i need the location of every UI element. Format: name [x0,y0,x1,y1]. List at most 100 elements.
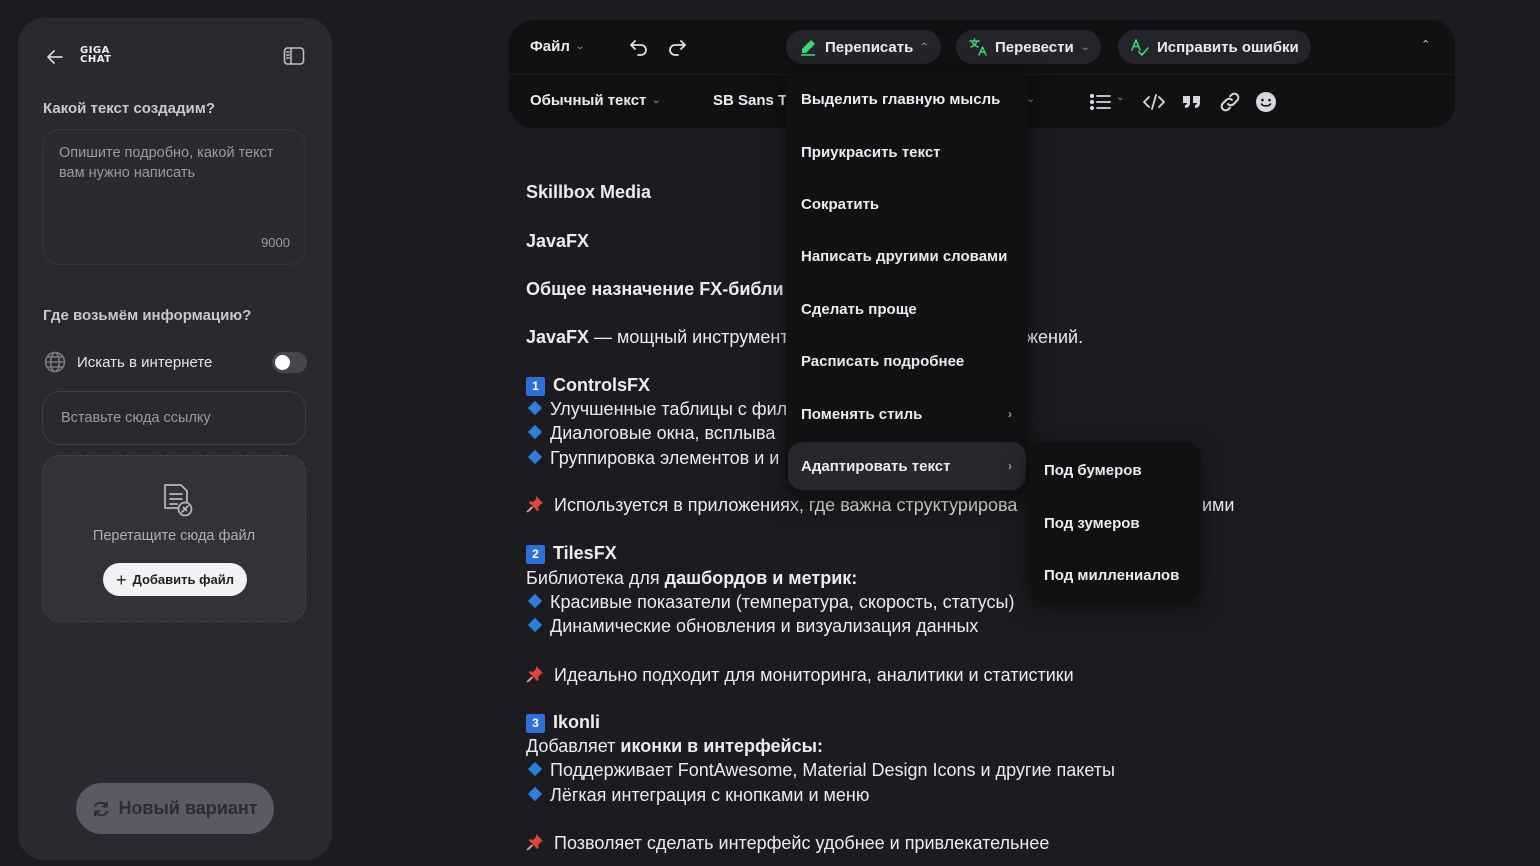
list-item-text: Диалоговые окна, всплыва [550,423,776,443]
section-1-title: 1 ControlsFX [526,375,650,396]
plus-icon: + [116,569,127,590]
diamond-bullet-icon [527,593,543,609]
new-variant-button[interactable]: Новый вариант [76,783,274,834]
menu-item-label: Поменять стиль [801,405,923,423]
quote-icon[interactable] [1180,90,1204,114]
paragraph-style-label: Обычный текст [530,92,647,109]
section-3-title: 3 Ikonli [526,712,600,733]
menu-item-shorten[interactable]: Сократить [788,180,1026,228]
undo-icon[interactable] [628,37,650,57]
diamond-bullet-icon [527,424,543,440]
app-logo[interactable]: GIGA CHAT [80,46,112,65]
menu-item-main-idea[interactable]: Выделить главную мысль [788,75,1026,123]
menu-item-label: Выделить главную мысль [801,90,1001,108]
translate-button[interactable]: Перевести ⌄ [956,30,1102,64]
doc-title: Skillbox Media [526,182,652,202]
list-item-text: Динамические обновления и визуализация д… [550,616,979,636]
menu-item-expand[interactable]: Расписать подробнее [788,337,1026,385]
menu-item-embellish[interactable]: Приукрасить текст [788,128,1026,176]
prompt-placeholder: Опишите подробно, какой текст вам нужно … [59,145,274,181]
intro-bold: JavaFX [526,327,590,347]
link-icon[interactable] [1218,90,1242,114]
toggle-knob [275,355,290,370]
spellcheck-icon [1131,39,1149,56]
number-badge-1: 1 [526,377,545,396]
menu-item-simplify[interactable]: Сделать проще [788,285,1026,333]
code-icon[interactable] [1142,90,1166,114]
list-item-text: Группировка элементов и и [550,448,780,468]
menu-item-paraphrase[interactable]: Написать другими словами [788,232,1026,280]
adapt-submenu: Под бумеров Под зумеров Под миллениалов [1029,442,1201,602]
rewrite-dropdown-menu: Выделить главную мысль Приукрасить текст… [786,70,1028,498]
chevron-right-icon: › [1008,459,1012,473]
paragraph-style-select[interactable]: Обычный текст ⌄ [530,92,663,109]
list-item: Красивые показатели (температура, скорос… [526,592,1014,613]
prompt-textarea[interactable]: Опишите подробно, какой текст вам нужно … [42,129,306,265]
list-item: Улучшенные таблицы с фил [526,399,787,420]
submenu-item-millennials[interactable]: Под миллениалов [1029,555,1201,595]
file-menu-label: Файл [530,38,570,55]
menu-item-adapt-text[interactable]: Адаптировать текст › [788,442,1026,490]
file-upload-icon [164,484,193,517]
menu-item-label: Сделать проще [801,300,917,318]
rewrite-button[interactable]: Переписать ⌃ [786,30,941,64]
question-heading: Какой текст создадим? [43,100,216,117]
bullet-list-icon[interactable] [1089,90,1111,114]
list-item: Группировка элементов и и [526,448,779,469]
submenu-item-zoomers[interactable]: Под зумеров [1029,503,1201,543]
menu-item-change-style[interactable]: Поменять стиль › [788,390,1026,438]
sidebar: GIGA CHAT Какой текст создадим? Опишите … [18,18,332,860]
chevron-down-icon[interactable]: ⌄ [1116,92,1124,116]
pushpin-icon [526,666,543,683]
logo-bottom: CHAT [80,54,112,65]
info-heading: Где возьмём информацию? [43,307,252,324]
menu-item-label: Адаптировать текст [801,457,951,475]
file-menu[interactable]: Файл ⌄ [530,38,586,55]
back-arrow-icon[interactable] [44,46,66,68]
pin-note: Используется в приложениях, где важна ст… [526,495,1017,516]
pin-note-text: Позволяет сделать интерфейс удобнее и пр… [554,833,1050,853]
menu-item-label: Написать другими словами [801,247,1008,265]
doc-heading: Общее назначение FX-библи [526,279,784,299]
file-dropzone[interactable]: Перетащите сюда файл + Добавить файл [42,455,306,622]
list-item-text: Улучшенные таблицы с фил [550,399,788,419]
list-item-text: Красивые показатели (температура, скорос… [550,592,1015,612]
menu-item-label: Расписать подробнее [801,352,965,370]
doc-intro-tail: жений. [1026,327,1084,347]
submenu-item-boomers[interactable]: Под бумеров [1029,450,1201,490]
chevron-up-icon: ⌃ [919,41,931,53]
font-family-select[interactable]: SB Sans T [713,92,787,109]
chevron-right-icon: › [1008,407,1012,421]
toolbar-row-top: Файл ⌄ Переписать ⌃ Перевести ⌄ Исправить о… [509,20,1455,74]
collapse-toolbar-icon[interactable]: ⌃ [1421,38,1430,51]
number-badge-3: 3 [526,714,545,733]
intro-bold-text: иконки в интерфейсы: [620,736,823,756]
chevron-down-icon: ⌄ [574,41,586,52]
list-item: Лёгкая интеграция с кнопками и меню [526,785,869,806]
dropzone-label: Перетащите сюда файл [92,528,256,544]
pushpin-icon [526,834,543,851]
section-2-intro: Библиотека для дашбордов и метрик: [526,568,857,589]
emoji-icon[interactable] [1255,90,1277,114]
pin-note-text: Идеально подходит для мониторинга, анали… [554,665,1074,685]
fix-errors-button[interactable]: Исправить ошибки [1118,30,1311,64]
intro-text: Добавляет [526,736,621,756]
panel-toggle-icon[interactable] [283,46,305,66]
link-field[interactable] [42,391,306,445]
fix-errors-label: Исправить ошибки [1157,38,1299,56]
doc-intro: JavaFX — мощный инструмент [526,327,789,348]
web-search-toggle[interactable] [272,352,307,373]
link-input[interactable] [43,392,305,444]
add-file-button[interactable]: + Добавить файл [103,563,247,596]
section-3-intro: Добавляет иконки в интерфейсы: [526,736,823,757]
pin-note: Идеально подходит для мониторинга, анали… [526,665,1074,686]
section-1-name: ControlsFX [553,375,650,395]
add-file-label: Добавить файл [132,572,234,587]
list-item: Динамические обновления и визуализация д… [526,616,978,637]
redo-icon[interactable] [666,37,688,57]
pin-note-tail: ими [1202,495,1235,515]
translate-label: Перевести [995,38,1074,56]
font-family-label: SB Sans T [713,92,788,109]
diamond-bullet-icon [527,449,543,465]
chevron-down-icon: ⌄ [651,95,663,106]
